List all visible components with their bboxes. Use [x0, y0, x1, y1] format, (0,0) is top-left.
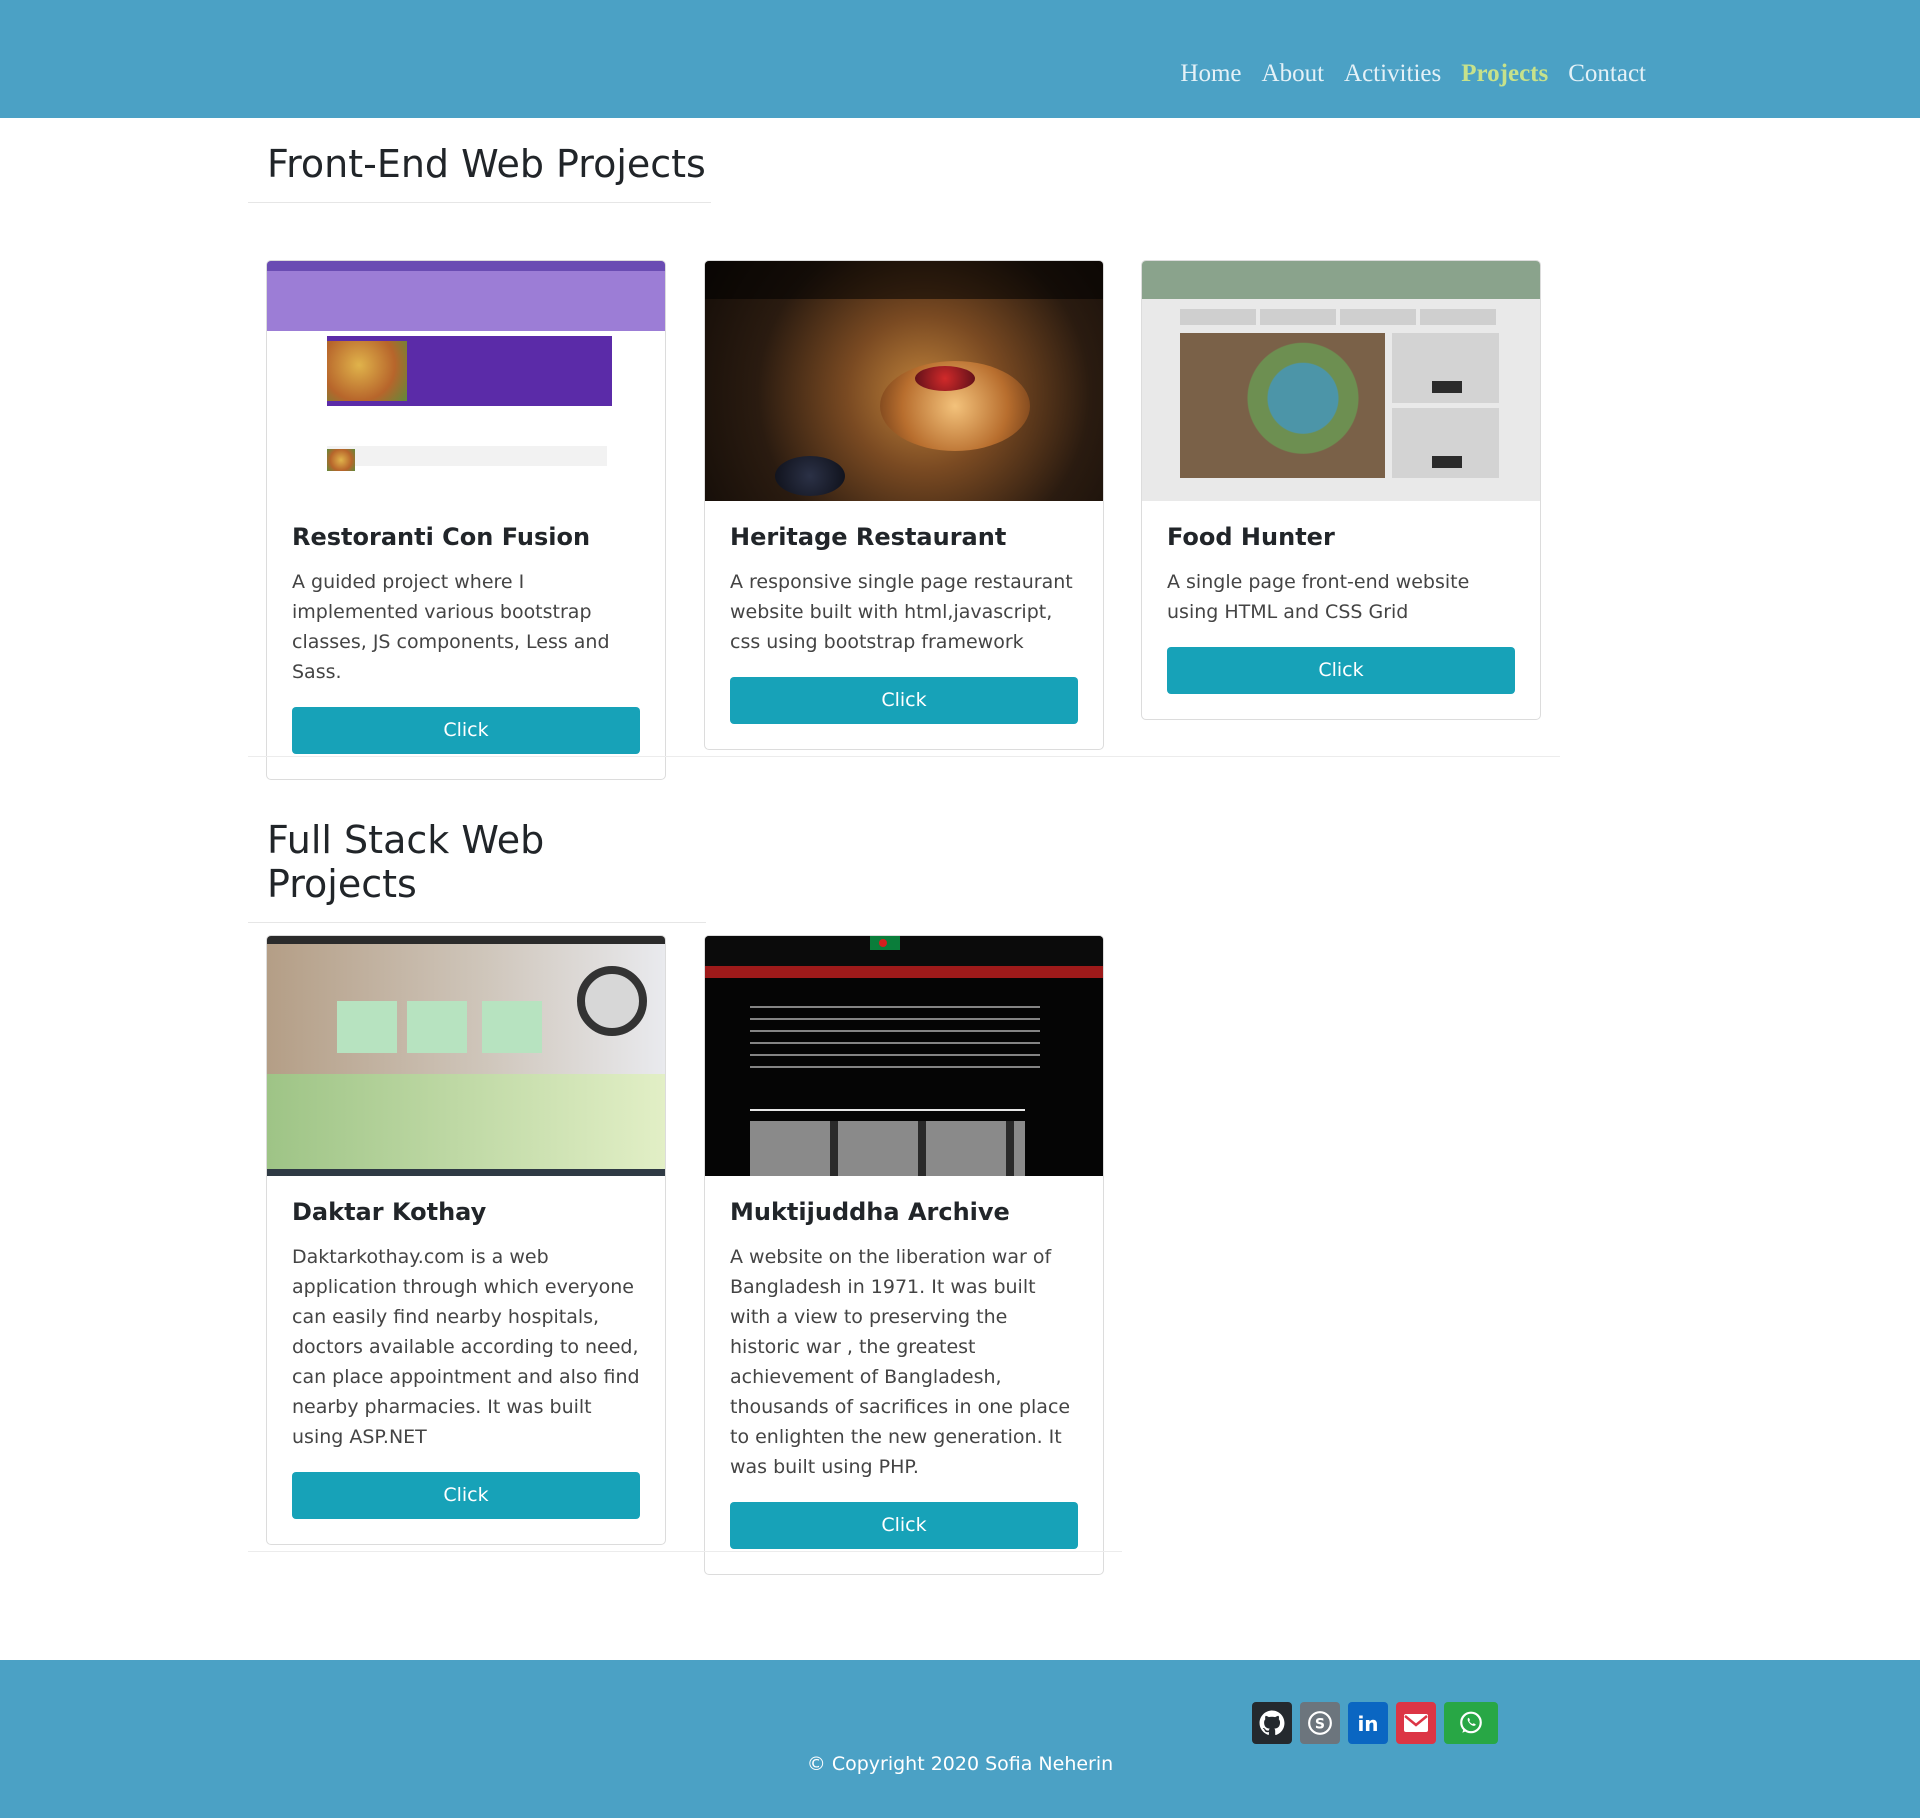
main-nav: Home About Activities Projects Contact — [1180, 60, 1646, 88]
project-card-muktijuddha: Muktijuddha Archive A website on the lib… — [704, 935, 1104, 1575]
card-description: A website on the liberation war of Bangl… — [730, 1246, 1071, 1478]
project-card-food-hunter: Food Hunter A single page front-end webs… — [1141, 260, 1541, 720]
project-card-daktar-kothay: Daktar Kothay Daktarkothay.com is a web … — [266, 935, 666, 1545]
project-thumbnail-restoranti — [267, 261, 665, 501]
section-divider — [248, 1551, 1122, 1552]
nav-activities-link[interactable]: Activities — [1344, 60, 1441, 88]
copyright-text: © Copyright 2020 Sofia Neherin — [806, 1753, 1114, 1775]
frontend-section-title: Front-End Web Projects — [248, 142, 711, 203]
card-click-button[interactable]: Click — [292, 707, 640, 754]
card-title: Heritage Restaurant — [730, 523, 1007, 551]
nav-home-link[interactable]: Home — [1180, 60, 1241, 88]
whatsapp-icon[interactable] — [1444, 1702, 1498, 1744]
card-title: Daktar Kothay — [292, 1198, 487, 1226]
card-description: Daktarkothay.com is a web application th… — [292, 1246, 640, 1448]
card-click-button[interactable]: Click — [1167, 647, 1515, 694]
card-title: Restoranti Con Fusion — [292, 523, 591, 551]
card-description: A responsive single page restaurant webs… — [730, 571, 1073, 653]
email-icon[interactable] — [1396, 1702, 1436, 1744]
project-thumbnail-heritage — [705, 261, 1103, 501]
card-click-button[interactable]: Click — [292, 1472, 640, 1519]
top-navbar: Home About Activities Projects Contact — [0, 0, 1920, 118]
svg-text:in: in — [1357, 1712, 1378, 1736]
card-title: Food Hunter — [1167, 523, 1335, 551]
social-links: S in — [1252, 1702, 1498, 1744]
card-click-button[interactable]: Click — [730, 677, 1078, 724]
skype-icon[interactable]: S — [1300, 1702, 1340, 1744]
nav-projects-link[interactable]: Projects — [1461, 60, 1548, 88]
card-description: A guided project where I implemented var… — [292, 571, 610, 683]
project-thumbnail-food-hunter — [1142, 261, 1540, 501]
nav-contact-link[interactable]: Contact — [1568, 60, 1646, 88]
nav-about-link[interactable]: About — [1262, 60, 1325, 88]
svg-text:S: S — [1315, 1716, 1325, 1732]
project-thumbnail-muktijuddha — [705, 936, 1103, 1176]
card-description: A single page front-end website using HT… — [1167, 571, 1470, 623]
card-click-button[interactable]: Click — [730, 1502, 1078, 1549]
fullstack-section-title: Full Stack Web Projects — [248, 818, 706, 923]
project-thumbnail-daktar-kothay — [267, 936, 665, 1176]
site-footer — [0, 1660, 1920, 1818]
project-card-restoranti: Restoranti Con Fusion A guided project w… — [266, 260, 666, 780]
project-card-heritage: Heritage Restaurant A responsive single … — [704, 260, 1104, 750]
github-icon[interactable] — [1252, 1702, 1292, 1744]
linkedin-icon[interactable]: in — [1348, 1702, 1388, 1744]
card-title: Muktijuddha Archive — [730, 1198, 1010, 1226]
section-divider — [248, 756, 1560, 757]
